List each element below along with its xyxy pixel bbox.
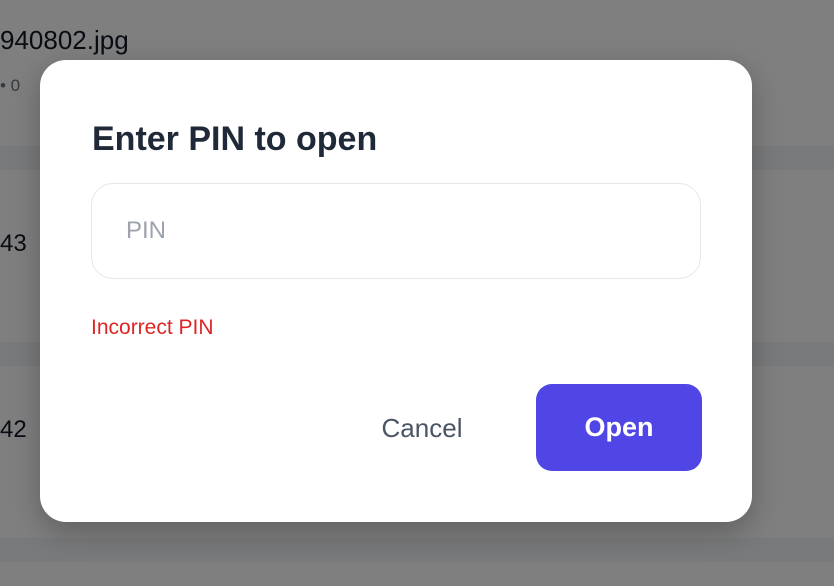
dialog-title: Enter PIN to open (92, 120, 378, 158)
open-button[interactable]: Open (536, 384, 702, 471)
pin-dialog: Enter PIN to open Incorrect PIN Cancel O… (40, 60, 752, 522)
page: 940802.jpg • 0 43 42 Enter PIN to open I… (0, 0, 834, 586)
pin-input[interactable] (91, 183, 701, 279)
error-message: Incorrect PIN (91, 316, 214, 339)
cancel-button[interactable]: Cancel (352, 384, 492, 472)
